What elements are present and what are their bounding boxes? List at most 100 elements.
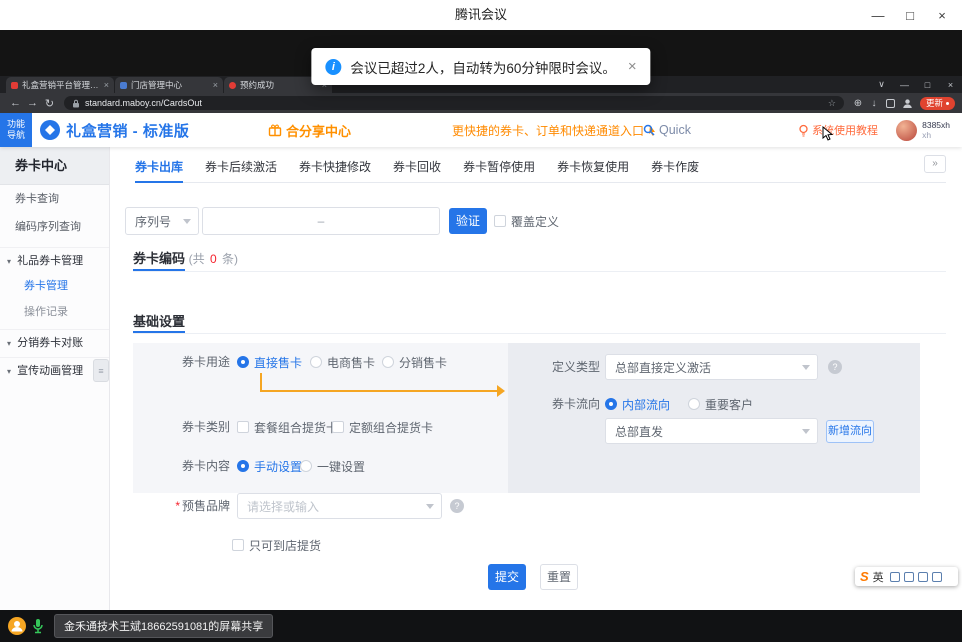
refresh-icon[interactable]: ↻ [41,97,58,110]
webapp-viewport: 功能 导航 礼盒营销 - 标准版 合分享中心 更快捷的券卡、订单和快递通道入口 [0,113,962,610]
sidebar-section-card-center[interactable]: 券卡中心 [0,147,109,185]
maximize-button[interactable]: □ [894,0,926,30]
tab-title: 礼盒营销平台管理中心 [22,79,101,91]
sidebar-item-card-query[interactable]: 券卡查询 [0,185,109,213]
ime-toolbox-icon[interactable] [918,572,928,582]
ime-keyboard-icon[interactable] [904,572,914,582]
radio-icon [688,398,700,410]
sogou-logo-icon[interactable]: S [860,569,869,584]
radio-one-click-setup[interactable]: 一键设置 [300,456,365,476]
chevron-down-icon [426,504,434,509]
reset-button[interactable]: 重置 [540,564,578,590]
toast-close-icon[interactable]: × [628,58,637,75]
sidebar-item-card-management[interactable]: 券卡管理 [0,273,109,299]
radio-ecommerce-sale[interactable]: 电商售卡 [310,352,375,372]
user-menu[interactable]: 8385xh xh [896,113,950,147]
tab-list-chevron-icon[interactable]: ∨ [870,79,893,90]
checkbox-combo-pickup-card[interactable]: 套餐组合提货卡 [237,417,338,437]
screen-share-bar: 金禾通技术王斌18662591081的屏幕共享 [0,610,962,642]
extensions-icon[interactable] [886,99,895,108]
caret-down-icon: ▾ [7,257,11,266]
profile-icon[interactable] [902,98,913,109]
tab-close-icon[interactable]: × [104,80,109,90]
address-bar[interactable]: standard.maboy.cn/CardsOut ☆ [64,96,844,110]
radio-important-customer[interactable]: 重要客户 [688,394,753,414]
update-button[interactable]: 更新 [920,97,955,110]
presenter-avatar-icon [8,617,26,635]
lightbulb-icon [798,124,809,137]
usage-label: 券卡用途 [130,352,230,372]
ime-language-indicator[interactable]: 英 [873,569,884,585]
tab-card-suspend[interactable]: 券卡暂停使用 [463,156,535,183]
browser-tab-store[interactable]: 门店管理中心 × [115,77,223,93]
mouse-cursor [822,126,834,142]
sidebar-item-code-sequence-query[interactable]: 编码序列查询 [0,213,109,241]
bookmark-star-icon[interactable]: ☆ [828,98,836,109]
checkbox-label: 定额组合提货卡 [349,419,433,436]
sidebar-collapse-handle[interactable]: ≡ [93,359,109,382]
definition-type-select[interactable]: 总部直接定义激活 [605,354,818,380]
override-definition-checkbox[interactable]: 覆盖定义 [494,211,559,231]
promo-entrance-link[interactable]: 更快捷的券卡、订单和快递通道入口 [452,113,657,147]
flow-channel-select[interactable]: 总部直发 [605,418,818,444]
category-label: 券卡类别 [130,417,230,437]
function-nav-toggle[interactable]: 功能 导航 [0,113,32,147]
presale-brand-select[interactable]: 请选择或输入 [237,493,442,519]
sidebar-group-distribution-reconciliation[interactable]: ▾ 分销券卡对账 [0,329,109,355]
user-names: 8385xh xh [922,120,950,140]
download-icon[interactable]: ↓ [866,98,882,109]
minimize-button[interactable]: — [862,0,894,30]
sidebar-group-gift-card-management[interactable]: ▾ 礼品券卡管理 [0,247,109,273]
verify-button[interactable]: 验证 [449,208,487,234]
tab-card-void[interactable]: 券卡作废 [651,156,699,183]
tab-card-quick-edit[interactable]: 券卡快捷修改 [299,156,371,183]
toast-message: 会议已超过2人，自动转为60分钟限时会议。 [350,57,616,77]
radio-internal-flow[interactable]: 内部流向 [605,394,670,414]
browser-minimize-icon[interactable]: — [893,80,916,90]
user-subname: xh [922,130,950,140]
zoom-icon[interactable]: ⊕ [850,98,866,109]
quick-search[interactable]: Quick [643,113,691,147]
checkbox-fixed-combo-pickup-card[interactable]: 定额组合提货卡 [332,417,433,437]
tab-card-resume[interactable]: 券卡恢复使用 [557,156,629,183]
radio-direct-sale[interactable]: 直接售卡 [237,352,302,372]
browser-tab-marketing[interactable]: 礼盒营销平台管理中心 × [6,77,114,93]
browser-close-icon[interactable]: × [939,80,962,90]
share-center-link[interactable]: 合分享中心 [268,113,351,147]
caret-down-icon: ▾ [7,339,11,348]
chevron-down-icon [802,365,810,370]
sidebar-item-operation-log[interactable]: 操作记录 [0,299,109,325]
browser-window-controls: ∨ — □ × [870,76,962,93]
flow-connector-line [260,390,497,392]
help-icon[interactable]: ? [828,360,842,374]
brand[interactable]: 礼盒营销 - 标准版 [40,113,189,147]
radio-manual-setup[interactable]: 手动设置 [237,456,302,476]
checkbox-store-pickup-only[interactable]: 只可到店提货 [232,535,321,555]
browser-maximize-icon[interactable]: □ [916,80,939,90]
serial-type-select[interactable]: 序列号 [125,207,199,235]
radio-label: 一键设置 [317,458,365,475]
submit-button[interactable]: 提交 [488,564,526,590]
card-flow-label: 券卡流向 [500,394,600,414]
presale-brand-label-text: 预售品牌 [182,499,230,513]
forward-icon[interactable]: → [24,97,41,109]
checkbox-icon [237,421,249,433]
close-icon[interactable]: × [926,0,958,30]
brand-name: 礼盒营销 - 标准版 [66,120,189,141]
section-divider [133,333,946,334]
radio-label: 重要客户 [705,396,753,413]
tutorial-link[interactable]: 系统使用教程 [798,113,878,147]
collapse-panel-button[interactable]: » [924,155,946,173]
add-flow-button[interactable]: 新增流向 [826,420,874,443]
tab-card-outbound[interactable]: 券卡出库 [135,156,183,183]
help-icon[interactable]: ? [450,499,464,513]
ime-toolbar[interactable]: S 英 [855,567,958,586]
radio-distribution-sale[interactable]: 分销售卡 [382,352,447,372]
ime-pen-icon[interactable] [890,572,900,582]
tab-card-recycle[interactable]: 券卡回收 [393,156,441,183]
back-icon[interactable]: ← [7,97,24,109]
tab-card-followup-activation[interactable]: 券卡后续激活 [205,156,277,183]
ime-more-icon[interactable] [932,572,942,582]
tab-close-icon[interactable]: × [213,80,218,90]
serial-range-input[interactable]: – [202,207,440,235]
